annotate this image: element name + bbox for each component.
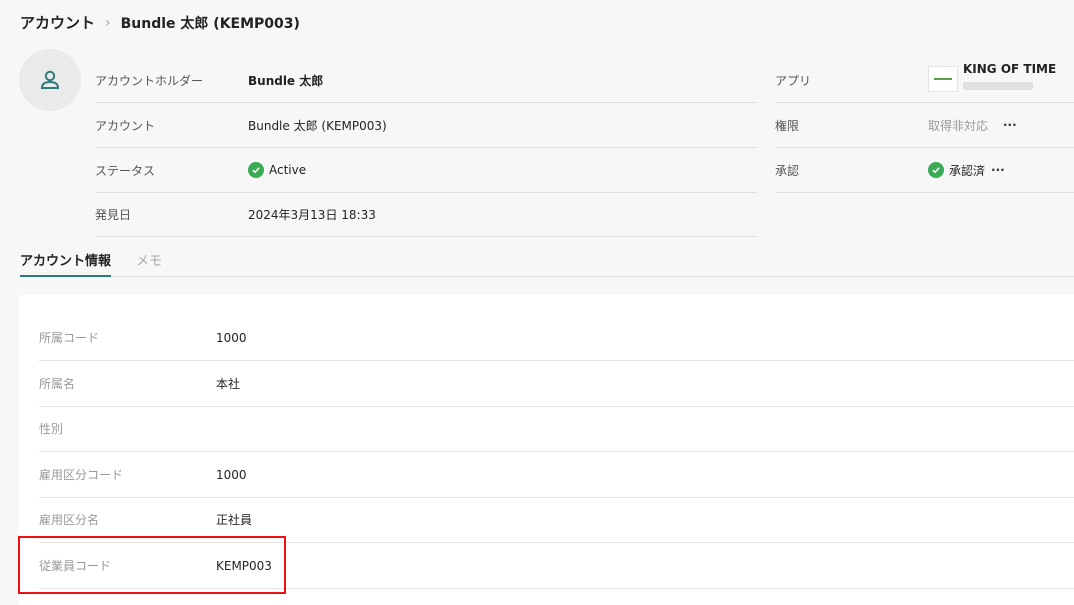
highlight-box (18, 536, 286, 594)
holder-value[interactable]: Bundle 太郎 (248, 72, 323, 89)
app-name[interactable]: KING OF TIME (963, 62, 1056, 76)
detail-row-employment-code: 雇用区分コード 1000 (39, 452, 1074, 498)
status-row: ステータス Active (95, 148, 757, 193)
holder-label: アカウントホルダー (95, 73, 204, 88)
tab-memo[interactable]: メモ (136, 244, 162, 275)
breadcrumb-root-link[interactable]: アカウント (20, 12, 95, 33)
permission-label: 権限 (775, 118, 800, 133)
user-icon (40, 70, 60, 89)
account-row: アカウント Bundle 太郎 (KEMP003) (95, 103, 757, 148)
status-badge: Active (248, 162, 306, 178)
detail-value: 本社 (216, 377, 241, 391)
detail-label: 雇用区分名 (39, 513, 100, 527)
breadcrumb-separator: › (105, 14, 111, 31)
discovered-row: 発見日 2024年3月13日 18:33 (95, 192, 757, 237)
app-label: アプリ (775, 73, 812, 88)
king-of-time-logo (928, 66, 958, 92)
tab-bar: アカウント情報 メモ (20, 244, 1074, 277)
detail-label: 所属名 (39, 377, 76, 391)
detail-value: 1000 (216, 467, 247, 482)
tab-account-info[interactable]: アカウント情報 (20, 244, 112, 277)
detail-value: 1000 (216, 330, 247, 345)
permission-row: 権限 取得非対応 ··· (775, 103, 1074, 148)
detail-label: 性別 (39, 422, 64, 436)
status-label: ステータス (95, 163, 156, 178)
approval-more-button[interactable]: ··· (991, 163, 1005, 177)
page-title: Bundle 太郎 (KEMP003) (120, 15, 300, 32)
detail-label: 所属コード (39, 331, 100, 345)
check-circle-icon (928, 162, 944, 178)
detail-row-dept-code: 所属コード 1000 (39, 315, 1074, 361)
detail-value: 正社員 (216, 513, 253, 527)
detail-row-gender: 性別 (39, 406, 1074, 452)
approval-row: 承認 承認済 ··· (775, 148, 1074, 193)
approval-label: 承認 (775, 163, 800, 178)
detail-label: 雇用区分コード (39, 468, 124, 482)
holder-row: アカウントホルダー Bundle 太郎 (95, 58, 757, 103)
permission-value: 取得非対応 (928, 118, 989, 133)
check-circle-icon (248, 162, 264, 178)
account-value: Bundle 太郎 (KEMP003) (248, 118, 387, 133)
avatar (19, 49, 81, 111)
permission-more-button[interactable]: ··· (1003, 118, 1017, 132)
discovered-value: 2024年3月13日 18:33 (248, 207, 376, 222)
approval-badge: 承認済 ··· (928, 162, 1005, 179)
status-value: Active (269, 163, 307, 177)
detail-row-dept-name: 所属名 本社 (39, 361, 1074, 407)
approval-value: 承認済 (949, 163, 986, 178)
discovered-label: 発見日 (95, 207, 132, 222)
breadcrumb: アカウント › Bundle 太郎 (KEMP003) (20, 12, 300, 33)
app-subtitle-placeholder (963, 82, 1033, 90)
account-label: アカウント (95, 118, 156, 133)
